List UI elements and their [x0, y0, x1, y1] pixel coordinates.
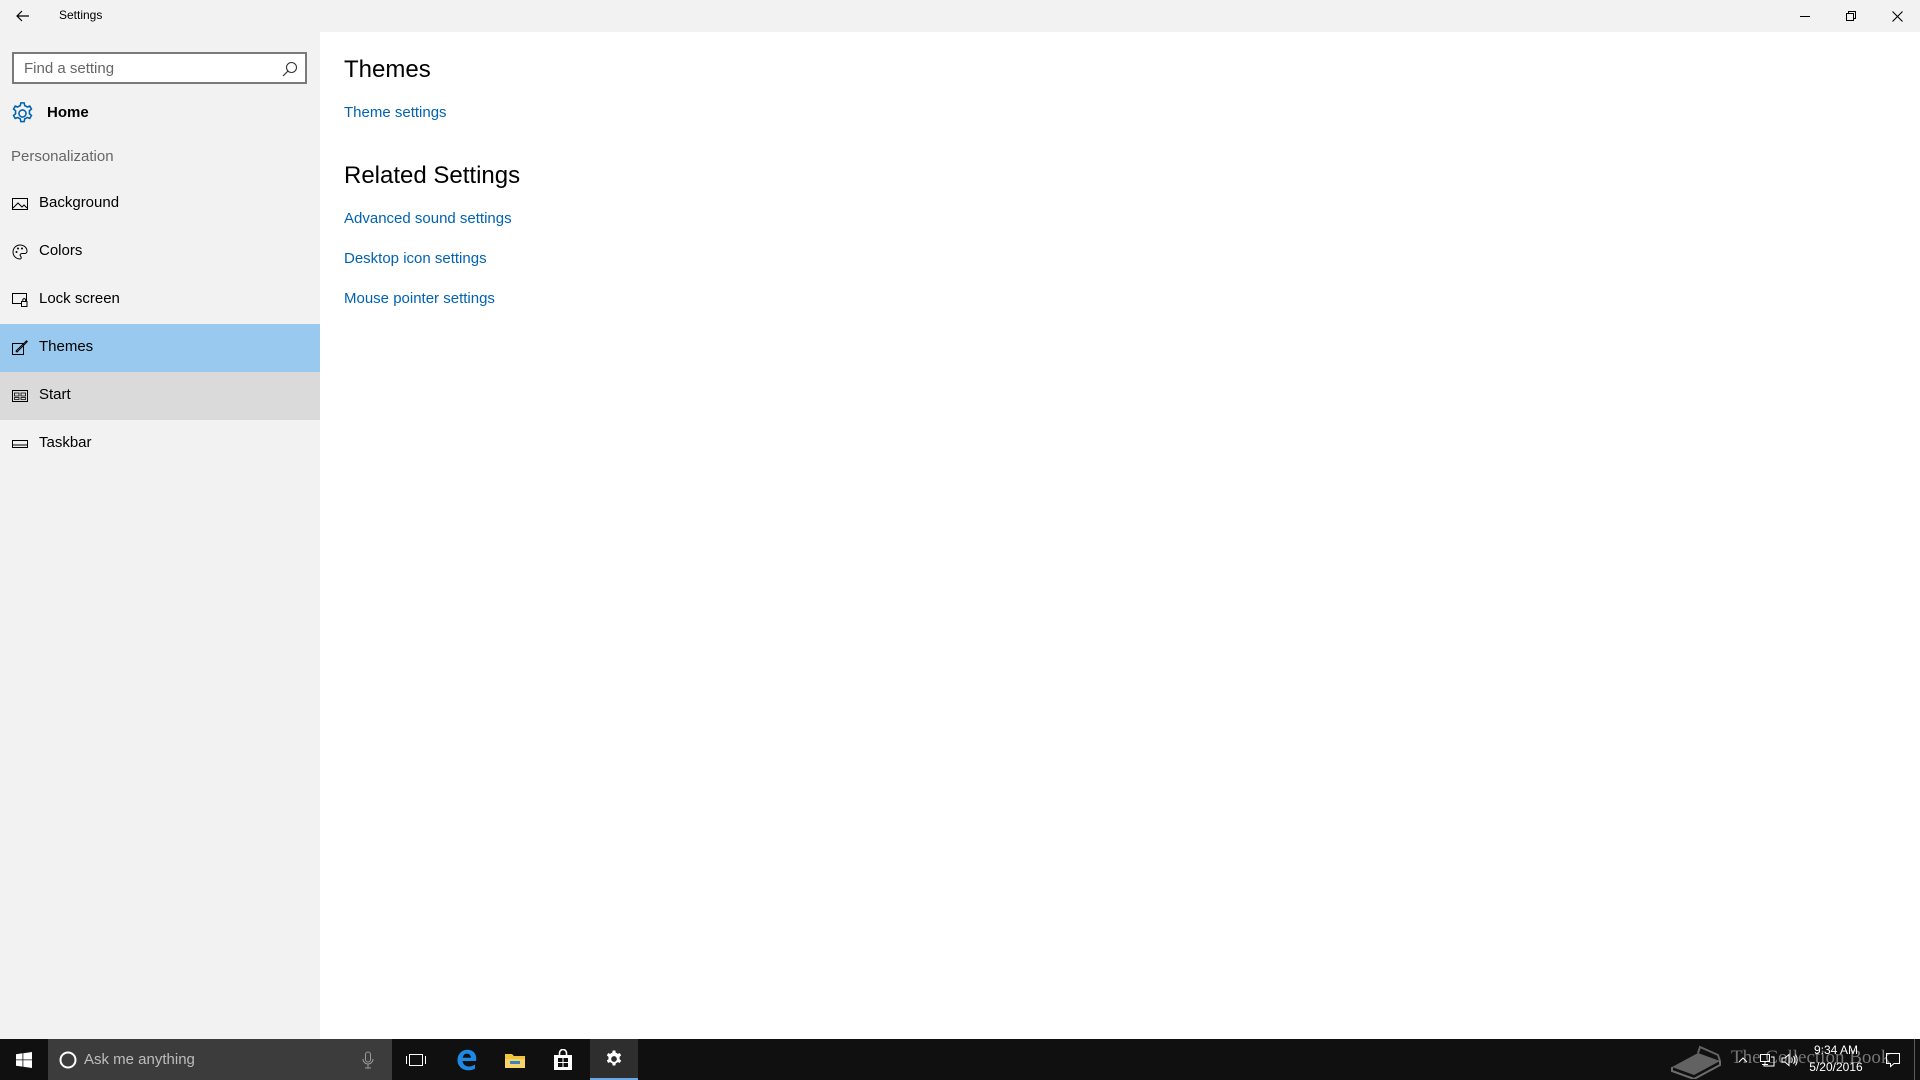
- restore-button[interactable]: [1828, 0, 1874, 32]
- back-arrow-icon: [16, 10, 29, 22]
- show-desktop-button[interactable]: [1914, 1039, 1915, 1080]
- cortana-search-box[interactable]: Ask me anything: [48, 1039, 392, 1080]
- action-center-button[interactable]: [1876, 1039, 1910, 1080]
- close-button[interactable]: [1874, 0, 1920, 32]
- window-title: Settings: [59, 8, 103, 22]
- edge-icon: [457, 1049, 477, 1070]
- task-view-icon: [406, 1053, 426, 1066]
- page-title: Themes: [344, 56, 431, 83]
- title-bar: Settings: [0, 0, 1920, 32]
- settings-taskbar-button[interactable]: [590, 1039, 638, 1080]
- edge-taskbar-button[interactable]: [443, 1039, 491, 1080]
- sidebar-item-label: Start: [39, 386, 71, 403]
- store-icon: [554, 1048, 572, 1070]
- search-input[interactable]: [14, 54, 274, 82]
- search-icon[interactable]: [281, 60, 299, 78]
- settings-gear-icon: [606, 1050, 622, 1065]
- taskbar-icon: [12, 440, 28, 448]
- start-button[interactable]: [0, 1039, 48, 1080]
- volume-button[interactable]: [1778, 1039, 1802, 1080]
- related-settings-heading: Related Settings: [344, 162, 521, 189]
- palette-icon: [12, 244, 28, 260]
- microphone-icon[interactable]: [362, 1051, 374, 1069]
- file-explorer-taskbar-button[interactable]: [491, 1039, 539, 1080]
- sidebar-item-taskbar[interactable]: Taskbar: [0, 420, 320, 468]
- sidebar-item-background[interactable]: Background: [0, 180, 320, 228]
- sidebar-item-start[interactable]: Start: [0, 372, 320, 420]
- restore-icon: [1846, 11, 1856, 21]
- mouse-pointer-settings-link[interactable]: Mouse pointer settings: [344, 290, 495, 307]
- theme-settings-link[interactable]: Theme settings: [344, 104, 447, 121]
- network-icon: [1760, 1053, 1775, 1066]
- network-button[interactable]: [1756, 1039, 1778, 1080]
- minimize-icon: [1800, 16, 1810, 17]
- home-nav-item[interactable]: Home: [0, 94, 320, 132]
- show-hidden-icons-button[interactable]: [1734, 1039, 1752, 1080]
- desktop-icon-settings-link[interactable]: Desktop icon settings: [344, 250, 487, 267]
- close-icon: [1891, 10, 1903, 22]
- section-heading: Personalization: [11, 148, 114, 165]
- sidebar-item-lock-screen[interactable]: Lock screen: [0, 276, 320, 324]
- back-button[interactable]: [0, 0, 46, 32]
- action-center-icon: [1886, 1052, 1900, 1068]
- gear-icon: [12, 102, 33, 123]
- lock-screen-icon: [12, 293, 28, 307]
- volume-icon: [1781, 1052, 1798, 1067]
- home-label: Home: [47, 104, 89, 121]
- sidebar-item-themes[interactable]: Themes: [0, 324, 320, 372]
- cortana-icon: [59, 1051, 77, 1069]
- cortana-placeholder: Ask me anything: [84, 1051, 195, 1068]
- sidebar-item-label: Colors: [39, 242, 83, 259]
- task-view-button[interactable]: [392, 1039, 440, 1080]
- start-grid-icon: [12, 390, 28, 402]
- sidebar-item-label: Background: [39, 194, 120, 211]
- chevron-up-icon: [1738, 1056, 1748, 1062]
- themes-icon: [12, 340, 28, 355]
- clock-date: 5/20/2016: [1809, 1060, 1863, 1074]
- advanced-sound-settings-link[interactable]: Advanced sound settings: [344, 210, 512, 227]
- sidebar-item-colors[interactable]: Colors: [0, 228, 320, 276]
- windows-logo-icon: [16, 1051, 32, 1068]
- taskbar: Ask me anything The Collection Book 9:34…: [0, 1039, 1920, 1080]
- picture-icon: [12, 198, 28, 210]
- sidebar-item-label: Themes: [39, 338, 94, 355]
- file-explorer-icon: [505, 1053, 525, 1068]
- main-content: Themes Theme settings Related Settings A…: [320, 32, 1920, 1039]
- clock[interactable]: 9:34 AM 5/20/2016: [1800, 1042, 1872, 1078]
- store-taskbar-button[interactable]: [539, 1039, 587, 1080]
- minimize-button[interactable]: [1782, 0, 1828, 32]
- clock-time: 9:34 AM: [1813, 1043, 1859, 1057]
- book-icon: [1671, 1045, 1721, 1079]
- sidebar: Home Personalization Background Colors L…: [0, 32, 320, 1039]
- search-box: [12, 52, 307, 84]
- sidebar-item-label: Lock screen: [39, 290, 120, 307]
- sidebar-item-label: Taskbar: [39, 434, 92, 451]
